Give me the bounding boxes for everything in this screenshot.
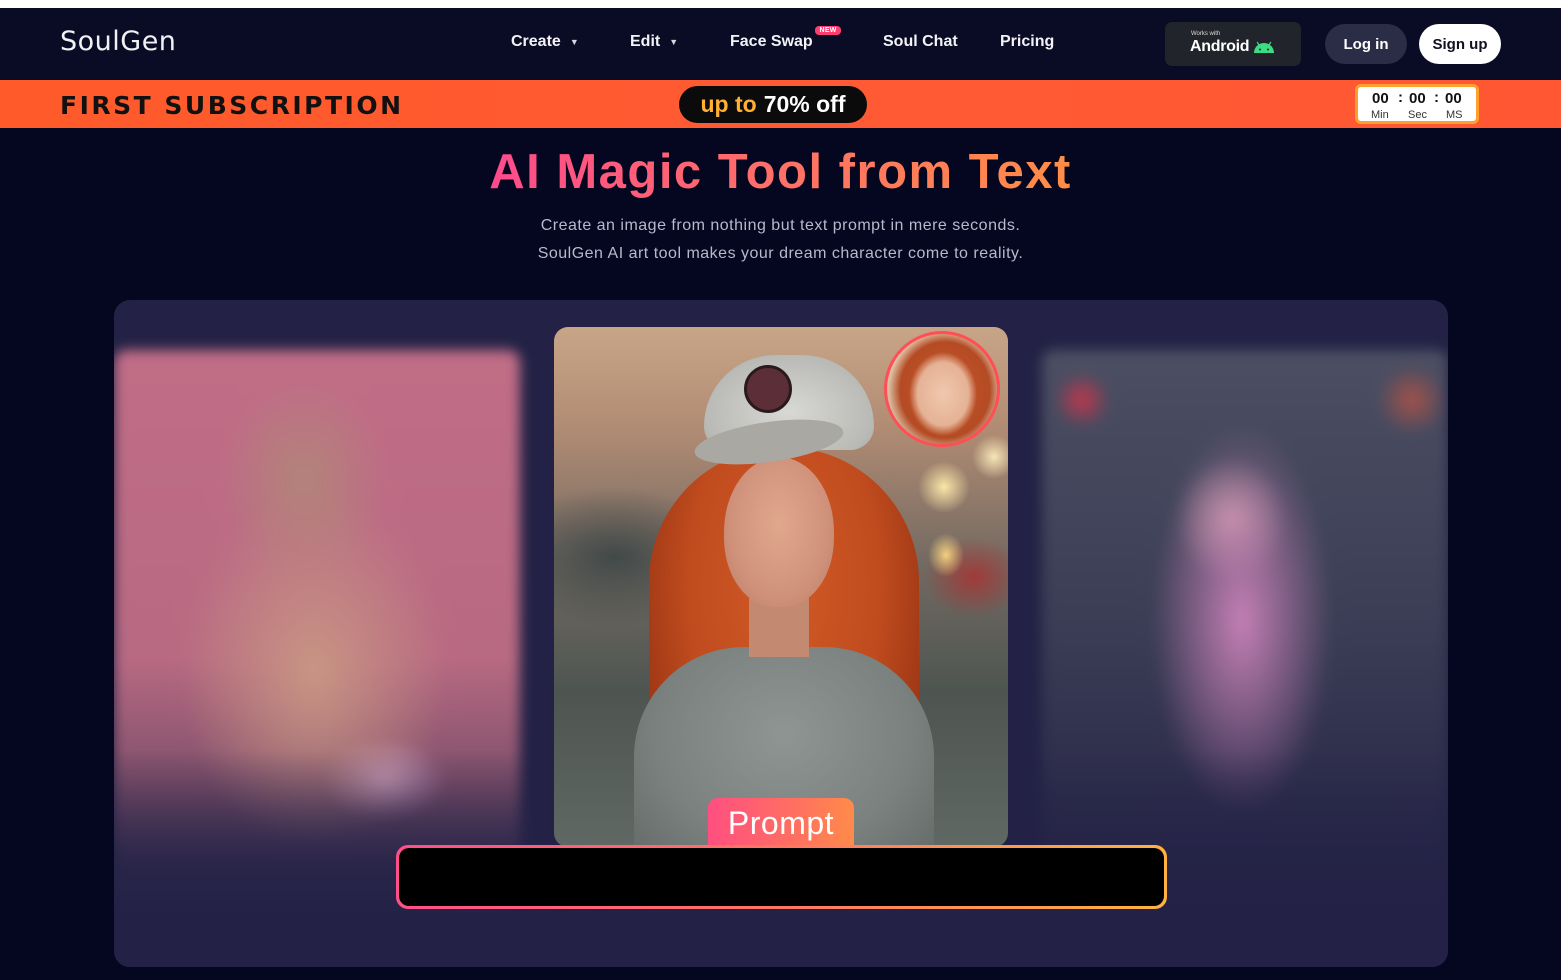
promo-upto: up to xyxy=(700,91,757,117)
promo-title: FIRST SUBSCRIPTION xyxy=(60,91,404,120)
countdown-ms: 00 xyxy=(1445,90,1462,107)
countdown-min: 00 xyxy=(1372,90,1389,107)
android-icon xyxy=(1254,41,1274,53)
page-title-text: AI Magic Tool from Text xyxy=(489,145,1072,199)
hero-subtitle-line2: SoulGen AI art tool makes your dream cha… xyxy=(537,245,1024,262)
countdown-min-label: Min xyxy=(1371,109,1389,121)
nav-create[interactable]: Create ▼ xyxy=(511,33,579,51)
page-title: AI Magic Tool from Text xyxy=(0,144,1561,200)
android-small-text: Works with xyxy=(1191,31,1221,37)
login-button[interactable]: Log in xyxy=(1325,24,1407,64)
nav-soul-chat[interactable]: Soul Chat xyxy=(883,33,958,51)
caret-down-icon: ▼ xyxy=(569,37,579,47)
hero-subtitle-line1: Create an image from nothing but text pr… xyxy=(540,217,1021,234)
nav-create-label: Create xyxy=(511,33,561,50)
promo-banner[interactable]: FIRST SUBSCRIPTION up to 70% off 00 : 00… xyxy=(0,80,1561,128)
countdown-sec-label: Sec xyxy=(1408,109,1427,121)
prompt-text[interactable] xyxy=(399,848,1164,906)
new-badge: NEW xyxy=(815,26,841,35)
showcase-panel: Prompt xyxy=(114,300,1448,967)
generated-image xyxy=(554,327,1008,847)
promo-off: 70% off xyxy=(763,91,846,117)
signup-button[interactable]: Sign up xyxy=(1419,24,1501,64)
caret-down-icon: ▼ xyxy=(669,37,679,47)
image-cap-logo xyxy=(744,365,792,413)
nav-edit-label: Edit xyxy=(630,33,661,50)
countdown-sec: 00 xyxy=(1409,90,1426,107)
countdown-timer: 00 : 00 : 00 Min Sec MS xyxy=(1355,84,1479,124)
reference-face-avatar xyxy=(884,331,1000,447)
image-face xyxy=(724,457,834,607)
nav-pricing-label: Pricing xyxy=(1000,33,1055,50)
countdown-separator: : xyxy=(1434,89,1439,106)
nav-edit[interactable]: Edit ▼ xyxy=(630,33,678,51)
countdown-ms-label: MS xyxy=(1446,109,1463,121)
navbar: SoulGen Create ▼ Edit ▼ Face Swap NEW So… xyxy=(0,8,1561,80)
prompt-field[interactable] xyxy=(396,845,1167,909)
countdown-separator: : xyxy=(1398,89,1403,106)
top-strip xyxy=(0,0,1561,8)
promo-discount-pill[interactable]: up to 70% off xyxy=(679,86,867,123)
nav-soul-chat-label: Soul Chat xyxy=(883,33,958,50)
nav-pricing[interactable]: Pricing xyxy=(1000,33,1054,51)
logo[interactable]: SoulGen xyxy=(60,26,176,57)
nav-face-swap-label: Face Swap xyxy=(730,33,813,50)
prompt-label: Prompt xyxy=(708,798,854,848)
android-app-button[interactable]: Works with Android xyxy=(1165,22,1301,66)
android-label: Android xyxy=(1190,38,1250,55)
nav-face-swap[interactable]: Face Swap NEW xyxy=(730,26,841,51)
